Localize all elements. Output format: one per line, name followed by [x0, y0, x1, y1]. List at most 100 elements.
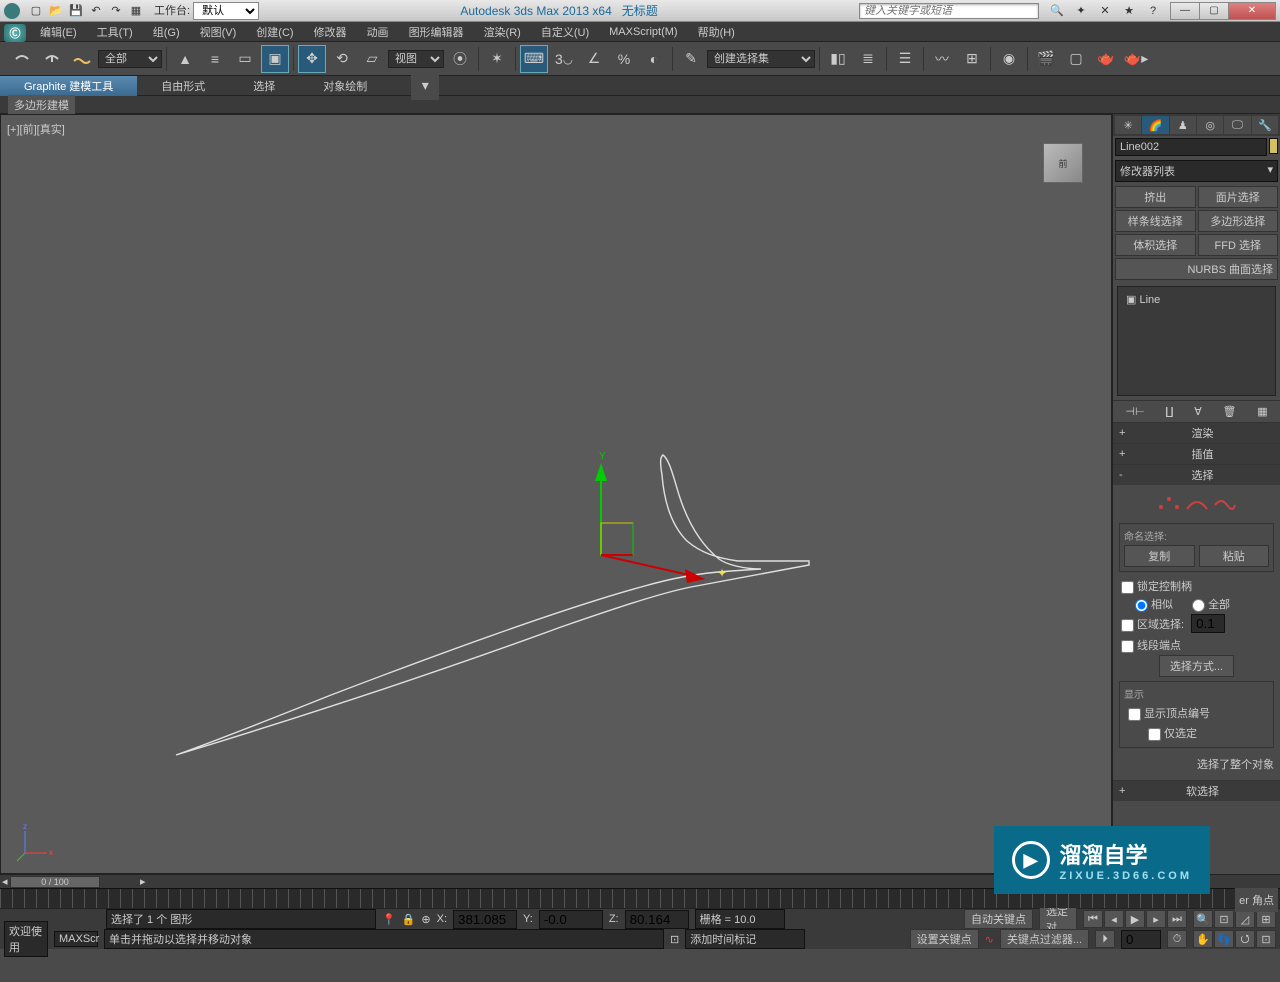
selection-filter-dropdown[interactable]: 全部 [98, 50, 162, 68]
isolate-icon[interactable]: ⊡ [670, 933, 679, 946]
prev-frame-icon[interactable]: ◂ [1104, 910, 1124, 928]
menu-help[interactable]: 帮助(H) [688, 22, 745, 42]
tab-motion-icon[interactable]: ◎ [1197, 116, 1223, 134]
select-manipulate-icon[interactable]: ✶ [483, 45, 511, 73]
tab-utilities-icon[interactable]: 🔧 [1252, 116, 1278, 134]
spline-level-icon[interactable] [1213, 495, 1237, 513]
show-end-result-icon[interactable]: ∐ [1165, 405, 1173, 418]
select-object-icon[interactable]: ▲ [171, 45, 199, 73]
time-config-icon[interactable]: ⏱ [1167, 930, 1187, 948]
menu-modifiers[interactable]: 修改器 [304, 22, 357, 42]
minimize-button[interactable]: — [1170, 2, 1200, 20]
close-button[interactable]: ✕ [1228, 2, 1276, 20]
snap-toggle-icon[interactable]: 3◡ [550, 45, 578, 73]
workspace-dropdown[interactable]: 默认 [193, 2, 259, 20]
named-selection-dropdown[interactable]: 创建选择集 [707, 50, 815, 68]
menu-graph-editors[interactable]: 图形编辑器 [399, 22, 474, 42]
maxscript-mini[interactable]: MAXScr [54, 931, 98, 947]
stack-item-line[interactable]: ▣ Line [1122, 291, 1271, 308]
undo-link-icon[interactable] [8, 45, 36, 73]
ribbon-sub-label[interactable]: 多边形建模 [8, 95, 75, 115]
window-crossing-icon[interactable]: ▣ [261, 45, 289, 73]
schematic-view-icon[interactable]: ⊞ [958, 45, 986, 73]
mirror-icon[interactable]: ▮▯ [824, 45, 852, 73]
curve-editor-icon[interactable]: 〰 [928, 45, 956, 73]
menu-animation[interactable]: 动画 [357, 22, 399, 42]
paste-sel-button[interactable]: 粘贴 [1199, 545, 1270, 567]
app-logo-icon[interactable]: Ⓒ [4, 24, 26, 42]
menu-create[interactable]: 创建(C) [246, 22, 303, 42]
menu-view[interactable]: 视图(V) [190, 22, 247, 42]
nav-fov-icon[interactable]: ◿ [1235, 910, 1255, 928]
infocenter-comm-icon[interactable]: ✦ [1072, 3, 1090, 19]
select-by-name-icon[interactable]: ≡ [201, 45, 229, 73]
btn-ffd-select[interactable]: FFD 选择 [1198, 234, 1279, 256]
show-vertex-num-checkbox[interactable]: 显示顶点编号 [1124, 703, 1269, 723]
menu-rendering[interactable]: 渲染(R) [474, 22, 531, 42]
qat-new-icon[interactable]: ▢ [27, 3, 45, 19]
render-production-icon[interactable]: 🫖 [1092, 45, 1120, 73]
nav-pan-icon[interactable]: ✋ [1193, 930, 1213, 948]
tab-modify-icon[interactable]: 🌈 [1142, 116, 1168, 134]
pin-stack-icon[interactable]: ⊣⊢ [1125, 405, 1144, 418]
goto-end-icon[interactable]: ⏭ [1167, 910, 1187, 928]
spinner-snap-icon[interactable]: ◐ [640, 45, 668, 73]
ribbon-tab-graphite[interactable]: Graphite 建模工具 [0, 76, 137, 96]
percent-snap-icon[interactable]: % [610, 45, 638, 73]
help-search-input[interactable] [859, 3, 1039, 19]
ribbon-tab-freeform[interactable]: 自由形式 [137, 76, 229, 96]
tab-display-icon[interactable]: 🖵 [1224, 116, 1250, 134]
next-frame-icon[interactable]: ▸ [1146, 910, 1166, 928]
angle-snap-icon[interactable]: ∠ [580, 45, 608, 73]
menu-customize[interactable]: 自定义(U) [531, 22, 599, 42]
keyboard-shortcut-icon[interactable]: ⌨ [520, 45, 548, 73]
tab-hierarchy-icon[interactable]: ♟ [1170, 116, 1196, 134]
align-icon[interactable]: ≣ [854, 45, 882, 73]
qat-open-icon[interactable]: 📂 [47, 3, 65, 19]
nav-zoom-all-icon[interactable]: ⊡ [1214, 910, 1234, 928]
set-key-button[interactable]: 设置关键点 [910, 929, 979, 949]
unlink-icon[interactable] [38, 45, 66, 73]
btn-nurbs-select[interactable]: NURBS 曲面选择 [1115, 258, 1278, 280]
vertex-level-icon[interactable] [1157, 495, 1181, 513]
infocenter-help-icon[interactable]: ? [1144, 3, 1162, 19]
infocenter-search-icon[interactable]: 🔍 [1048, 3, 1066, 19]
reference-coord-dropdown[interactable]: 视图 [388, 50, 444, 68]
rectangular-region-icon[interactable]: ▭ [231, 45, 259, 73]
ribbon-tab-object-paint[interactable]: 对象绘制 [299, 76, 391, 96]
add-time-tag[interactable]: 添加时间标记 [685, 929, 805, 949]
play-icon[interactable]: ▶ [1125, 910, 1145, 928]
nav-orbit-icon[interactable]: ⭯ [1235, 930, 1255, 948]
y-coord-input[interactable] [539, 910, 603, 929]
nav-max-toggle-icon[interactable]: ⊡ [1256, 930, 1276, 948]
rollout-selection-header[interactable]: -选择 [1113, 465, 1280, 485]
area-select-checkbox[interactable]: 区域选择: [1117, 612, 1276, 635]
tab-create-icon[interactable]: ✳ [1115, 116, 1141, 134]
goto-start-icon[interactable]: ⏮ [1083, 910, 1103, 928]
nav-zoom-extents-icon[interactable]: ⊞ [1256, 910, 1276, 928]
x-coord-input[interactable] [453, 910, 517, 929]
infocenter-fav-icon[interactable]: ★ [1120, 3, 1138, 19]
menu-group[interactable]: 组(G) [143, 22, 190, 42]
nav-walk-icon[interactable]: 👣 [1214, 930, 1234, 948]
qat-undo-icon[interactable]: ↶ [87, 3, 105, 19]
modifier-list-dropdown[interactable]: 修改器列表▾ [1115, 160, 1278, 182]
btn-vol-select[interactable]: 体积选择 [1115, 234, 1196, 256]
lock-selection-icon[interactable]: 📍 [382, 913, 396, 926]
only-selected-checkbox[interactable]: 仅选定 [1124, 723, 1269, 743]
absolute-transform-icon[interactable]: ⊕ [421, 913, 430, 926]
key-filters-button[interactable]: 关键点过滤器... [1000, 929, 1089, 949]
modifier-stack[interactable]: ▣ Line [1117, 286, 1276, 396]
btn-poly-select[interactable]: 多边形选择 [1198, 210, 1279, 232]
z-coord-input[interactable] [625, 910, 689, 929]
qat-save-icon[interactable]: 💾 [67, 3, 85, 19]
time-slider[interactable]: 0 / 100 [10, 876, 100, 888]
auto-key-button[interactable]: 自动关键点 [964, 909, 1033, 929]
rollout-soft-header[interactable]: +软选择 [1113, 781, 1280, 801]
lock-handles-checkbox[interactable]: 锁定控制柄 [1117, 576, 1276, 596]
current-frame-input[interactable] [1121, 930, 1161, 949]
edit-named-sel-icon[interactable]: ✎ [677, 45, 705, 73]
segment-end-checkbox[interactable]: 线段端点 [1117, 635, 1276, 655]
all-radio[interactable]: 全部 [1188, 597, 1234, 613]
ribbon-tab-selection[interactable]: 选择 [229, 76, 299, 96]
